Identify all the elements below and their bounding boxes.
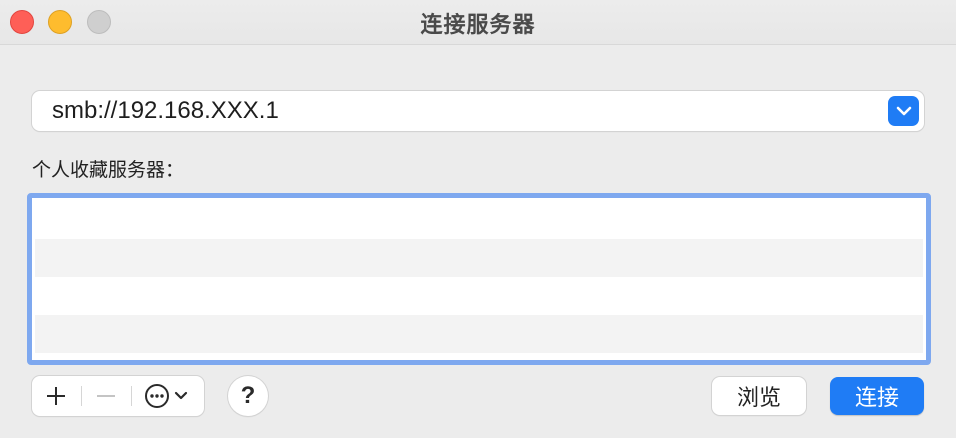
list-row[interactable] xyxy=(35,201,923,239)
add-favorite-button[interactable] xyxy=(32,376,80,416)
ellipsis-circle-icon xyxy=(145,384,188,408)
title-bar: 连接服务器 xyxy=(0,0,956,45)
list-row[interactable] xyxy=(35,277,923,315)
recent-servers-dropdown-button[interactable] xyxy=(888,96,919,126)
chevron-down-icon xyxy=(896,106,911,116)
more-actions-menu-button[interactable] xyxy=(132,376,204,416)
window-title: 连接服务器 xyxy=(420,13,536,38)
server-address-input[interactable] xyxy=(52,91,892,131)
favorite-servers-list[interactable] xyxy=(27,193,931,365)
list-row[interactable] xyxy=(35,239,923,277)
plus-icon xyxy=(47,387,65,405)
minus-icon xyxy=(97,395,115,397)
connect-button[interactable]: 连接 xyxy=(830,377,924,415)
help-button[interactable]: ? xyxy=(228,376,268,416)
favorite-servers-label: 个人收藏服务器： xyxy=(32,159,185,181)
favorites-edit-controls xyxy=(32,376,204,416)
browse-button[interactable]: 浏览 xyxy=(712,377,806,415)
server-address-combo[interactable] xyxy=(32,91,924,131)
list-row[interactable] xyxy=(35,315,923,353)
connect-to-server-window: 连接服务器 个人收藏服务器： xyxy=(0,0,956,438)
remove-favorite-button[interactable] xyxy=(82,376,130,416)
